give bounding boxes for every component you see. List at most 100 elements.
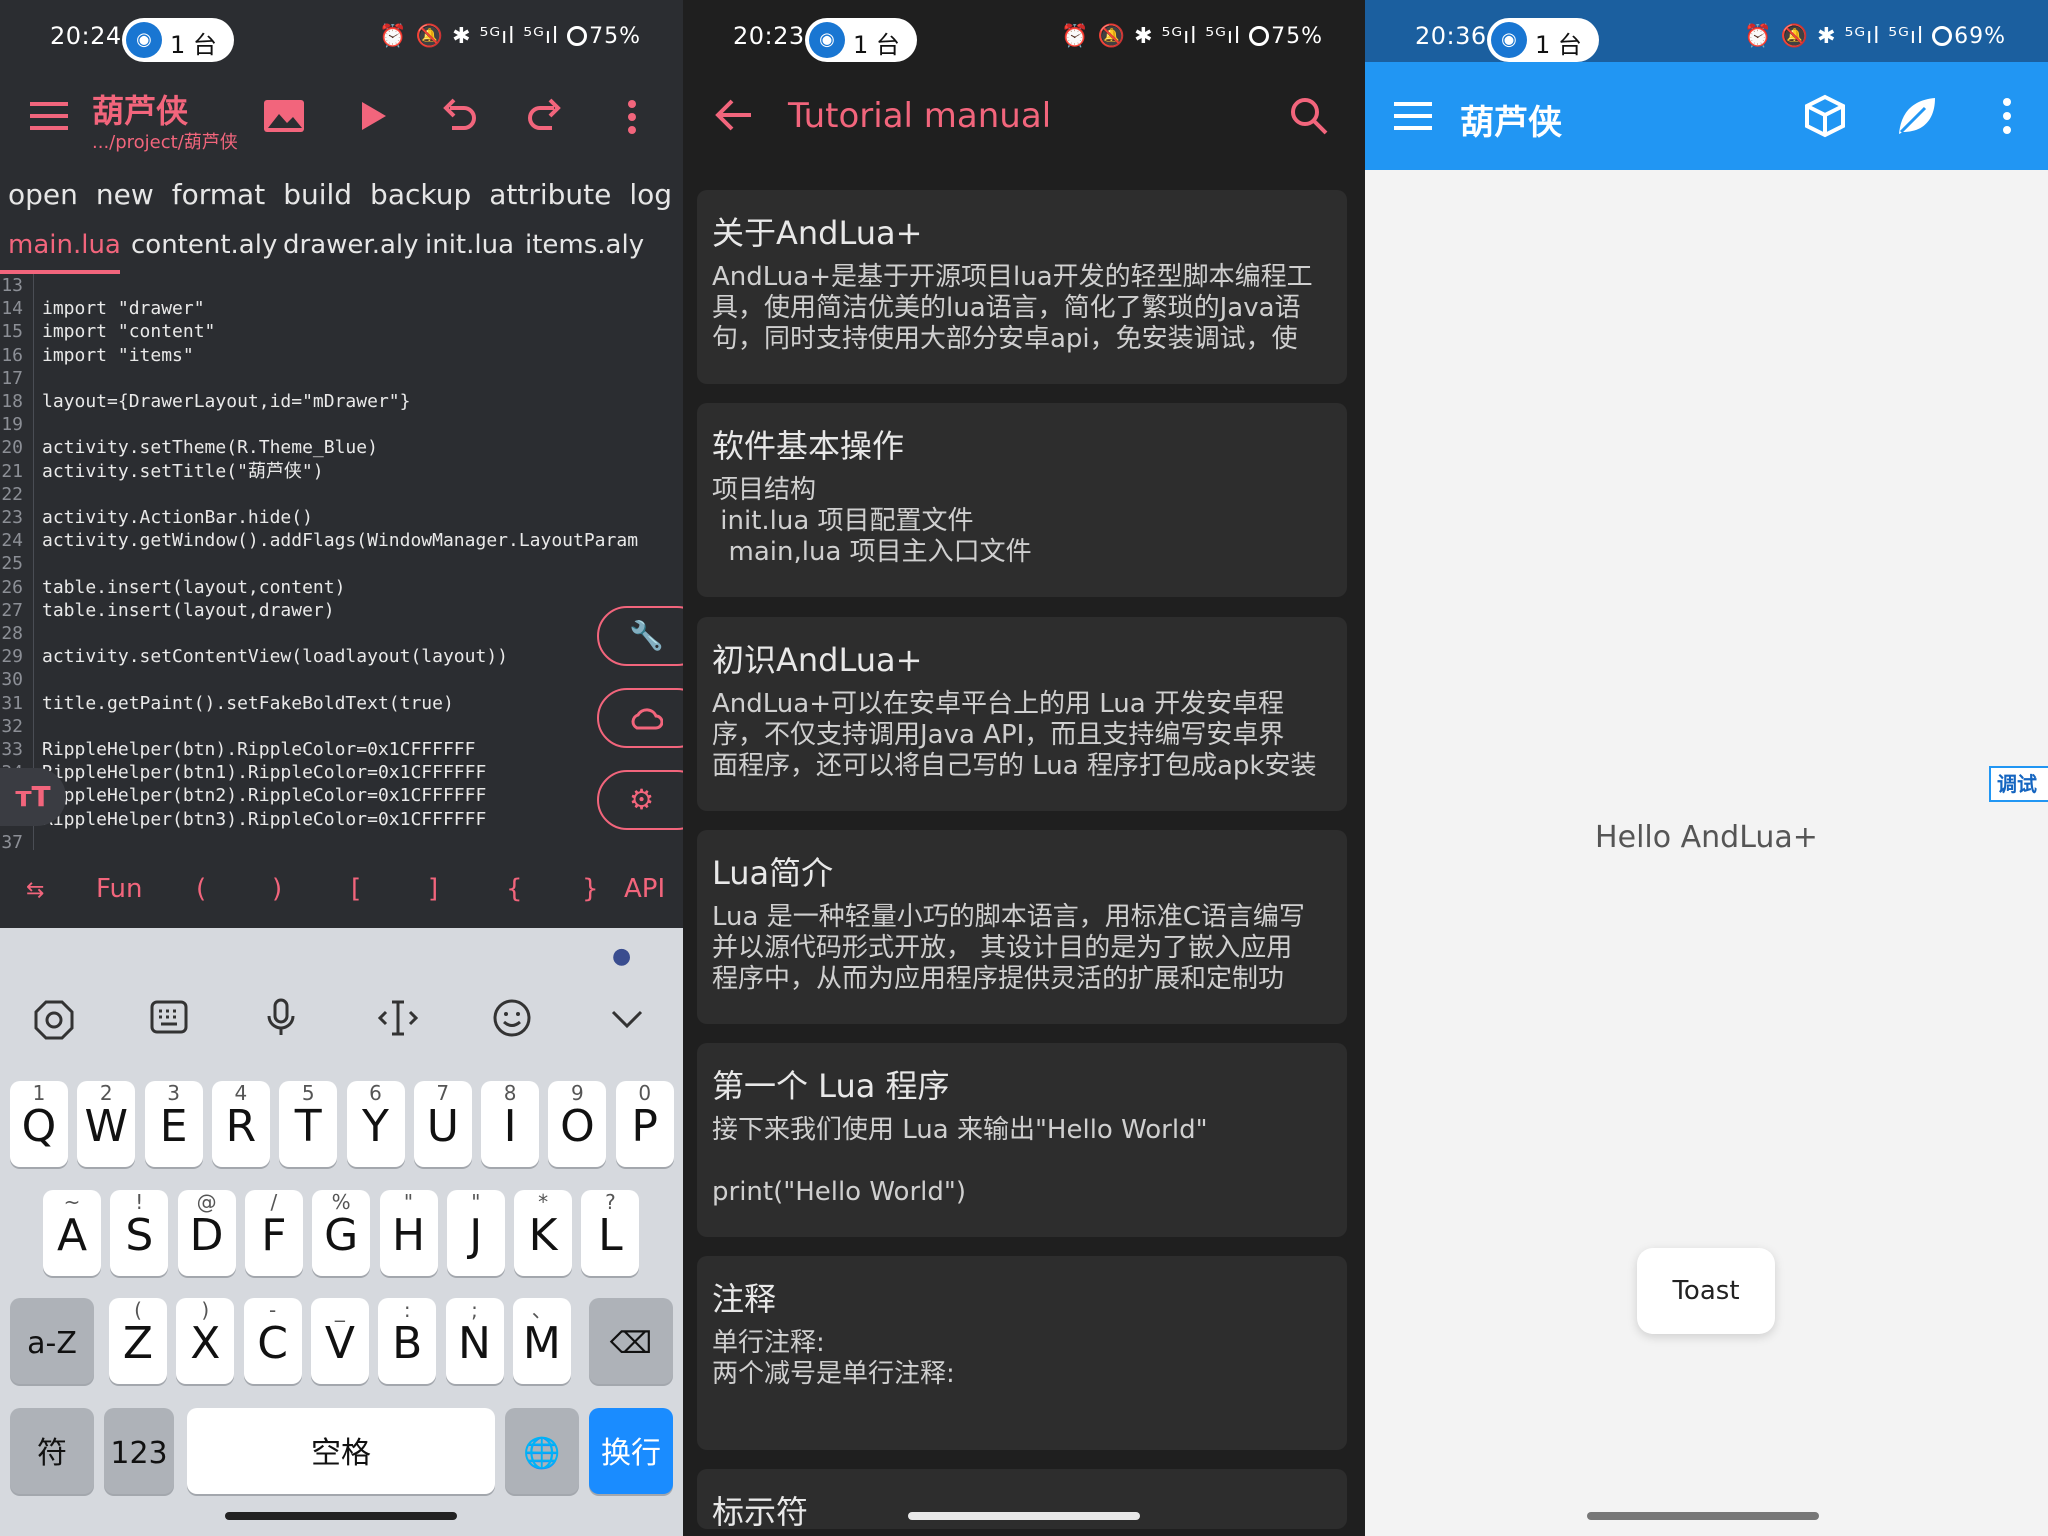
key-u[interactable]: 7U xyxy=(413,1081,472,1167)
key-c[interactable]: -C xyxy=(243,1298,302,1384)
tutorial-card[interactable]: 关于AndLua+ AndLua+是基于开源项目lua开发的轻型脚本编程工 具，使用… xyxy=(697,190,1347,384)
symbol-fun[interactable]: Fun xyxy=(96,874,143,904)
symbol-lbrace[interactable]: { xyxy=(506,874,523,904)
enter-key[interactable]: 换行 xyxy=(589,1408,673,1494)
cube-icon[interactable] xyxy=(1803,94,1847,138)
key-h[interactable]: " H xyxy=(379,1190,438,1276)
line-number: 37 xyxy=(0,830,34,850)
key-z[interactable]: (Z xyxy=(109,1298,167,1384)
key-r[interactable]: 4R xyxy=(211,1081,270,1167)
symbol-rbrace[interactable]: } xyxy=(582,874,599,904)
tutorial-card[interactable]: 标示符 xyxy=(697,1469,1347,1529)
key-k[interactable]: * K xyxy=(514,1190,573,1276)
key-n[interactable]: ; N xyxy=(445,1298,504,1384)
symbol-lparen[interactable]: ( xyxy=(196,874,206,904)
redo-icon[interactable] xyxy=(526,96,564,136)
image-icon[interactable] xyxy=(262,98,306,134)
keyboard-icon[interactable] xyxy=(150,1000,188,1036)
play-icon[interactable] xyxy=(356,98,390,134)
text-size-button[interactable]: ᴛT xyxy=(0,768,66,826)
leaf-icon[interactable] xyxy=(1895,94,1939,138)
key-g[interactable]: % G xyxy=(312,1190,371,1276)
menu-icon[interactable] xyxy=(30,102,68,130)
key-t[interactable]: 5T xyxy=(279,1081,338,1167)
backspace-key[interactable]: ⌫ xyxy=(589,1298,673,1384)
tutorial-card[interactable]: 初识AndLua+ AndLua+可以在安卓平台上的用 Lua 开发安卓程 序，不仅… xyxy=(697,617,1347,811)
key-label: M xyxy=(522,1318,561,1369)
settings-button[interactable]: ⚙ xyxy=(597,770,683,830)
tools-button[interactable]: 🔧 xyxy=(597,606,683,666)
hotspot-pill[interactable]: ◉ 1 台 xyxy=(1487,18,1599,62)
key-i[interactable]: 8I xyxy=(481,1081,540,1167)
line-number: 26 xyxy=(0,575,34,599)
menu-new[interactable]: new xyxy=(96,178,154,211)
line-number: 14 xyxy=(0,297,34,321)
tab-items-aly[interactable]: items.aly xyxy=(525,230,644,260)
key-label: X xyxy=(190,1318,221,1369)
tutorial-card[interactable]: 软件基本操作 项目结构 init.lua 项目配置文件 main,lua 项目主入… xyxy=(697,403,1347,597)
microphone-icon[interactable] xyxy=(266,998,296,1038)
key-b[interactable]: :B xyxy=(378,1298,437,1384)
home-indicator[interactable] xyxy=(908,1512,1140,1520)
shift-key[interactable]: a-Z xyxy=(10,1298,94,1384)
menu-backup[interactable]: backup xyxy=(370,178,471,211)
key-y[interactable]: 6Y xyxy=(346,1081,405,1167)
key-label: 🌐 xyxy=(523,1436,561,1471)
home-indicator[interactable] xyxy=(225,1512,457,1520)
hotspot-pill[interactable]: ◉ 1 台 xyxy=(122,18,234,62)
cursor-icon[interactable] xyxy=(378,1000,418,1036)
space-key[interactable]: 空格 xyxy=(187,1408,495,1494)
symbol-lbracket[interactable]: [ xyxy=(351,874,361,904)
symbol-rparen[interactable]: ) xyxy=(272,874,282,904)
tutorial-card[interactable]: 第一个 Lua 程序 接下来我们使用 Lua 来输出"Hello World" p… xyxy=(697,1043,1347,1237)
symbols-key[interactable]: 符 xyxy=(10,1408,94,1494)
key-f[interactable]: / F xyxy=(244,1190,303,1276)
collapse-keyboard-icon[interactable] xyxy=(610,1008,644,1030)
debug-tag[interactable]: 调试 xyxy=(1989,766,2048,802)
menu-log[interactable]: log xyxy=(629,178,672,211)
menu-icon[interactable] xyxy=(1394,102,1432,130)
globe-key[interactable]: 🌐 xyxy=(505,1408,579,1494)
menu-open[interactable]: open xyxy=(8,178,78,211)
cloud-button[interactable] xyxy=(597,688,683,748)
status-icons: ⏰ 🔕 ✱ ⁵ᴳıl ⁵ᴳıl 75% xyxy=(379,24,641,49)
tutorial-card[interactable]: 注释 单行注释: 两个减号是单行注释: xyxy=(697,1256,1347,1450)
key-e[interactable]: 3E xyxy=(144,1081,203,1167)
tab-drawer-aly[interactable]: drawer.aly xyxy=(283,230,419,260)
key-q[interactable]: 1Q xyxy=(10,1081,68,1167)
toast-button[interactable]: Toast xyxy=(1637,1248,1775,1334)
assistant-icon[interactable]: ● xyxy=(612,944,631,969)
numbers-key[interactable]: 123 xyxy=(104,1408,174,1494)
symbol-api[interactable]: API xyxy=(624,874,665,904)
tutorial-card[interactable]: Lua简介 Lua 是一种轻量小巧的脚本语言，用标准C语言编写 并以源代码形式开放，… xyxy=(697,830,1347,1024)
key-j[interactable]: " J xyxy=(446,1190,505,1276)
key-x[interactable]: ) X xyxy=(176,1298,235,1384)
tab-content-aly[interactable]: content.aly xyxy=(131,230,277,260)
home-indicator[interactable] xyxy=(1587,1512,1819,1520)
menu-format[interactable]: format xyxy=(172,178,265,211)
undo-icon[interactable] xyxy=(440,96,478,136)
key-l[interactable]: ? L xyxy=(581,1190,640,1276)
tab-main-lua[interactable]: main.lua xyxy=(8,230,121,260)
key-v[interactable]: _ V xyxy=(310,1298,369,1384)
key-s[interactable]: ! S xyxy=(110,1190,169,1276)
search-icon[interactable] xyxy=(1289,96,1329,136)
menu-build[interactable]: build xyxy=(283,178,352,211)
menu-attribute[interactable]: attribute xyxy=(489,178,611,211)
more-icon[interactable] xyxy=(626,98,638,136)
key-a[interactable]: ~ A xyxy=(43,1190,101,1276)
key-d[interactable]: @ D xyxy=(177,1190,236,1276)
key-w[interactable]: 2W xyxy=(77,1081,136,1167)
code-editor[interactable]: 13 14 import "drawer" 15 import "content" 16 i… xyxy=(0,274,683,850)
key-p[interactable]: 0P xyxy=(615,1081,674,1167)
key-o[interactable]: 9O xyxy=(548,1081,607,1167)
symbol-rbracket[interactable]: ] xyxy=(428,874,438,904)
hotspot-pill[interactable]: ◉ 1 台 xyxy=(805,18,917,62)
key-m[interactable]: 、 M xyxy=(512,1298,571,1384)
settings-icon[interactable] xyxy=(34,1000,74,1040)
tab-key-icon[interactable]: ⇆ xyxy=(26,878,44,903)
more-icon[interactable] xyxy=(2001,96,2013,136)
emoji-icon[interactable] xyxy=(492,998,532,1038)
back-arrow-icon[interactable] xyxy=(715,98,753,132)
tab-init-lua[interactable]: init.lua xyxy=(425,230,514,260)
